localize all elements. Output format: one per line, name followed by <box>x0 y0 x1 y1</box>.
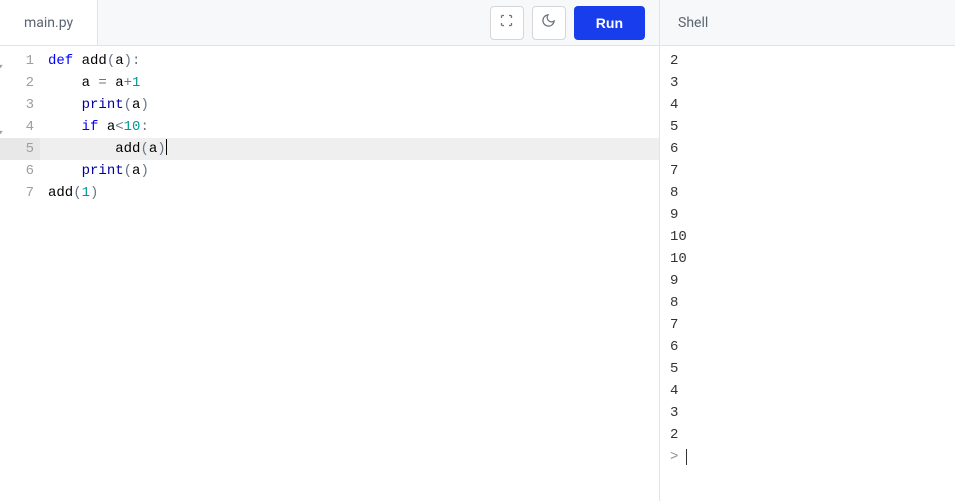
theme-button[interactable] <box>532 6 566 40</box>
run-button[interactable]: Run <box>574 6 645 40</box>
shell-cursor <box>686 449 687 465</box>
fullscreen-button[interactable] <box>490 6 524 40</box>
line-number: 5 <box>0 138 40 160</box>
code-line[interactable]: print(a) <box>40 160 659 182</box>
shell-output-line: 4 <box>670 380 945 402</box>
code-line[interactable]: def add(a): <box>40 50 659 72</box>
line-number: 1▾ <box>0 50 40 72</box>
shell-output-line: 7 <box>670 314 945 336</box>
file-tab[interactable]: main.py <box>0 0 98 45</box>
line-gutter: 1▾234▾567 <box>0 46 40 501</box>
code-line[interactable]: print(a) <box>40 94 659 116</box>
line-number: 2 <box>0 72 40 94</box>
shell-output-line: 4 <box>670 94 945 116</box>
line-number: 3 <box>0 94 40 116</box>
shell-prompt[interactable]: > <box>670 446 945 468</box>
code-line[interactable]: add(1) <box>40 182 659 204</box>
shell-output[interactable]: 23456789101098765432> <box>660 46 955 501</box>
shell-output-line: 8 <box>670 292 945 314</box>
shell-title-bar: Shell <box>660 0 955 46</box>
shell-output-line: 6 <box>670 336 945 358</box>
editor-top-bar: main.py Run <box>0 0 659 46</box>
file-tab-label: main.py <box>24 15 73 31</box>
shell-output-line: 5 <box>670 358 945 380</box>
shell-output-line: 2 <box>670 424 945 446</box>
shell-output-line: 10 <box>670 226 945 248</box>
code-area[interactable]: def add(a): a = a+1 print(a) if a<10: ad… <box>40 46 659 501</box>
run-button-label: Run <box>596 15 623 31</box>
shell-output-line: 5 <box>670 116 945 138</box>
fullscreen-icon <box>499 13 514 32</box>
shell-output-line: 6 <box>670 138 945 160</box>
line-number: 7 <box>0 182 40 204</box>
shell-output-line: 9 <box>670 270 945 292</box>
shell-output-line: 10 <box>670 248 945 270</box>
shell-panel: Shell 23456789101098765432> <box>660 0 955 501</box>
shell-output-line: 3 <box>670 402 945 424</box>
shell-output-line: 8 <box>670 182 945 204</box>
shell-output-line: 3 <box>670 72 945 94</box>
shell-output-line: 2 <box>670 50 945 72</box>
prompt-symbol: > <box>670 446 678 468</box>
line-number: 4▾ <box>0 116 40 138</box>
text-cursor <box>166 139 167 155</box>
code-editor[interactable]: 1▾234▾567 def add(a): a = a+1 print(a) i… <box>0 46 659 501</box>
moon-icon <box>541 13 556 32</box>
editor-panel: main.py Run 1▾234▾567 def add(a): a = a+… <box>0 0 660 501</box>
shell-title-label: Shell <box>678 15 708 31</box>
shell-output-line: 9 <box>670 204 945 226</box>
code-line[interactable]: if a<10: <box>40 116 659 138</box>
code-line[interactable]: add(a) <box>40 138 659 160</box>
line-number: 6 <box>0 160 40 182</box>
code-line[interactable]: a = a+1 <box>40 72 659 94</box>
shell-output-line: 7 <box>670 160 945 182</box>
